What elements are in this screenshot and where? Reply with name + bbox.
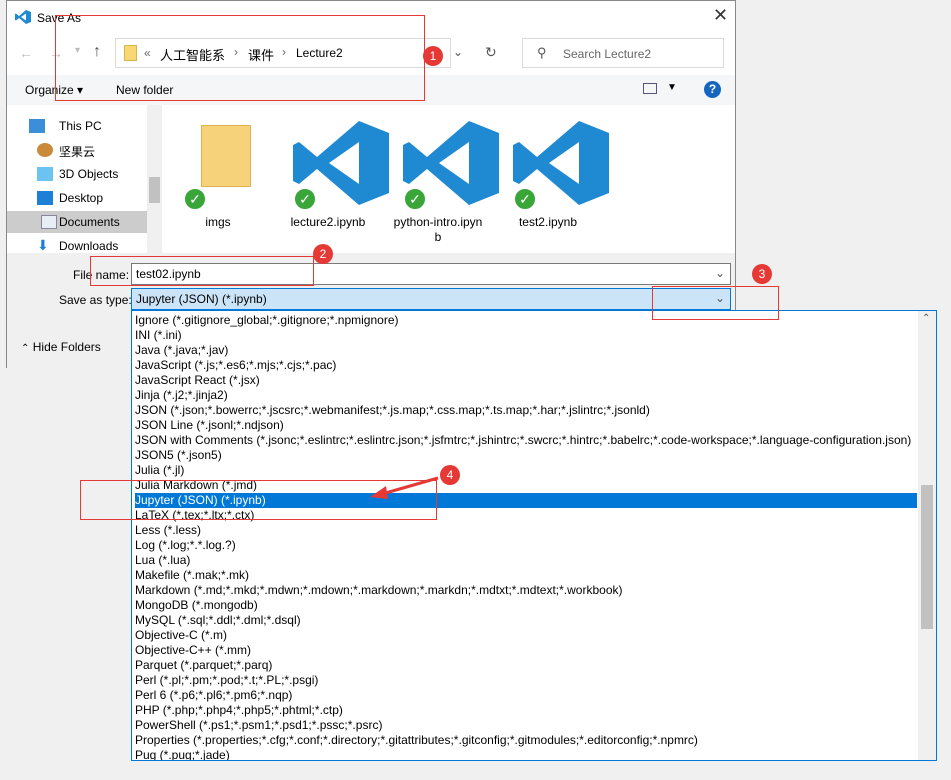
annotation-badge-1: 1 bbox=[423, 46, 443, 66]
sync-check-icon: ✓ bbox=[403, 187, 427, 211]
type-option[interactable]: PowerShell (*.ps1;*.psm1;*.psd1;*.pssc;*… bbox=[135, 718, 917, 733]
save-as-type-value: Jupyter (JSON) (*.ipynb) bbox=[136, 292, 267, 306]
folder-icon bbox=[201, 125, 251, 187]
file-item[interactable]: ✓ imgs bbox=[163, 115, 273, 251]
type-option[interactable]: Less (*.less) bbox=[135, 523, 917, 538]
type-option[interactable]: Objective-C++ (*.mm) bbox=[135, 643, 917, 658]
type-option[interactable]: JSON Line (*.jsonl;*.ndjson) bbox=[135, 418, 917, 433]
sidebar-scrollbar[interactable] bbox=[147, 105, 162, 253]
annotation-badge-3: 3 bbox=[752, 264, 772, 284]
sidebar-item-3d-objects[interactable]: 3D Objects bbox=[37, 163, 147, 185]
help-button[interactable]: ? bbox=[704, 81, 721, 98]
type-option[interactable]: JavaScript React (*.jsx) bbox=[135, 373, 917, 388]
pc-icon bbox=[29, 119, 45, 133]
type-option[interactable]: Objective-C (*.m) bbox=[135, 628, 917, 643]
file-name: lecture2.ipynb bbox=[290, 215, 366, 229]
navigation-pane: This PC 坚果云 3D Objects Desktop Documents… bbox=[7, 105, 162, 253]
scroll-up-arrow[interactable]: ⌃ bbox=[922, 313, 930, 324]
annotation-arrow bbox=[370, 476, 439, 499]
file-item[interactable]: ✓ python-intro.ipynb bbox=[383, 115, 499, 251]
sidebar-item-documents[interactable]: Documents bbox=[7, 211, 147, 233]
sidebar-item-label: Desktop bbox=[59, 191, 104, 205]
type-option[interactable]: Jinja (*.j2;*.jinja2) bbox=[135, 388, 917, 403]
view-options-icon[interactable] bbox=[643, 83, 657, 94]
type-option[interactable]: Pug (*.pug;*.jade) bbox=[135, 748, 917, 760]
chevron-up-icon: ⌃ bbox=[21, 343, 30, 354]
nut-icon bbox=[37, 143, 53, 157]
type-option[interactable]: JSON with Comments (*.jsonc;*.eslintrc;*… bbox=[135, 433, 917, 448]
sidebar-item-label: 3D Objects bbox=[59, 167, 119, 181]
refresh-button[interactable]: ↻ bbox=[485, 44, 497, 61]
type-option[interactable]: MongoDB (*.mongodb) bbox=[135, 598, 917, 613]
file-name: imgs bbox=[205, 215, 231, 229]
type-option[interactable]: JavaScript (*.js;*.es6;*.mjs;*.cjs;*.pac… bbox=[135, 358, 917, 373]
file-item[interactable]: ✓ lecture2.ipynb bbox=[273, 115, 389, 251]
save-as-type-select[interactable]: Jupyter (JSON) (*.ipynb) ⌄ bbox=[131, 288, 731, 310]
type-option[interactable]: JSON (*.json;*.bowerrc;*.jscsrc;*.webman… bbox=[135, 403, 917, 418]
address-dropdown[interactable]: ⌄ bbox=[453, 45, 463, 59]
type-option[interactable]: Perl (*.pl;*.pm;*.pod;*.t;*.PL;*.psgi) bbox=[135, 673, 917, 688]
type-option[interactable]: Julia (*.jl) bbox=[135, 463, 917, 478]
annotation-box-2 bbox=[90, 256, 314, 286]
vscode-icon bbox=[15, 10, 31, 24]
desktop-icon bbox=[37, 191, 53, 205]
type-option[interactable]: PHP (*.php;*.php4;*.php5;*.phtml;*.ctp) bbox=[135, 703, 917, 718]
search-placeholder: Search Lecture2 bbox=[563, 47, 652, 61]
type-option[interactable]: Lua (*.lua) bbox=[135, 553, 917, 568]
annotation-box-1 bbox=[55, 15, 425, 101]
back-button[interactable]: ← bbox=[19, 45, 33, 61]
sync-check-icon: ✓ bbox=[293, 187, 317, 211]
sidebar-item-label: Downloads bbox=[59, 239, 119, 253]
download-icon: ⬇ bbox=[37, 237, 49, 253]
type-option[interactable]: Perl 6 (*.p6;*.pl6;*.pm6;*.nqp) bbox=[135, 688, 917, 703]
search-icon: ⚲ bbox=[537, 45, 547, 60]
annotation-box-3 bbox=[652, 286, 779, 320]
file-name: python-intro.ipynb bbox=[393, 215, 483, 244]
file-name: test2.ipynb bbox=[518, 215, 578, 229]
cube-icon bbox=[37, 167, 53, 181]
chevron-down-icon[interactable]: ⌄ bbox=[715, 266, 725, 280]
sidebar-item-label: 坚果云 bbox=[59, 145, 96, 159]
type-option[interactable]: Markdown (*.md;*.mkd;*.mdwn;*.mdown;*.ma… bbox=[135, 583, 917, 598]
file-item[interactable]: ✓ test2.ipynb bbox=[493, 115, 609, 251]
sidebar-item-nutstore[interactable]: 坚果云 bbox=[37, 139, 147, 161]
sidebar-item-label: This PC bbox=[59, 119, 102, 133]
sync-check-icon: ✓ bbox=[513, 187, 537, 211]
scrollbar-thumb[interactable] bbox=[921, 485, 933, 629]
close-button[interactable]: ✕ bbox=[713, 5, 728, 26]
view-dropdown[interactable]: ▼ bbox=[667, 82, 677, 93]
search-input[interactable]: Search Lecture2 ⚲ bbox=[522, 38, 724, 68]
sync-check-icon: ✓ bbox=[183, 187, 207, 211]
save-as-type-label: Save as type: bbox=[59, 293, 132, 307]
sidebar-item-this-pc[interactable]: This PC bbox=[29, 115, 147, 137]
type-option[interactable]: JSON5 (*.json5) bbox=[135, 448, 917, 463]
dropdown-scrollbar[interactable]: ⌃ bbox=[918, 311, 936, 760]
annotation-badge-2: 2 bbox=[313, 244, 333, 264]
type-option[interactable]: Parquet (*.parquet;*.parq) bbox=[135, 658, 917, 673]
hide-folders-button[interactable]: ⌃ Hide Folders bbox=[21, 340, 101, 354]
type-option[interactable]: MySQL (*.sql;*.ddl;*.dml;*.dsql) bbox=[135, 613, 917, 628]
hide-folders-label: Hide Folders bbox=[32, 340, 101, 354]
save-as-type-dropdown-list[interactable]: Pug (*.pug;*.jade) Properties (*.properti… bbox=[131, 310, 937, 761]
type-option[interactable]: Properties (*.properties;*.cfg;*.conf;*.… bbox=[135, 733, 917, 748]
document-icon bbox=[41, 215, 57, 229]
file-list: ✓ imgs ✓ lecture2.ipynb ✓ python-intro.ipyn… bbox=[163, 105, 735, 253]
type-option[interactable]: Ignore (*.gitignore_global;*.gitignore;*… bbox=[135, 313, 917, 328]
type-option[interactable]: Java (*.java;*.jav) bbox=[135, 343, 917, 358]
type-option[interactable]: Makefile (*.mak;*.mk) bbox=[135, 568, 917, 583]
sidebar-item-label: Documents bbox=[59, 215, 120, 229]
type-option[interactable]: Log (*.log;*.*.log.?) bbox=[135, 538, 917, 553]
sidebar-item-desktop[interactable]: Desktop bbox=[37, 187, 147, 209]
type-option[interactable]: INI (*.ini) bbox=[135, 328, 917, 343]
